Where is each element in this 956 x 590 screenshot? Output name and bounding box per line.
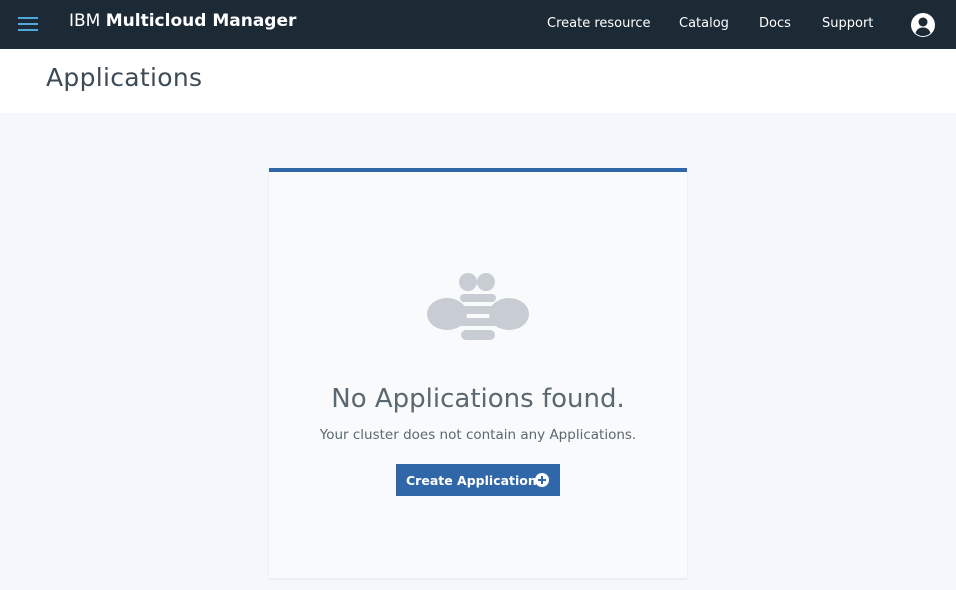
empty-state-description: Your cluster does not contain any Applic… [319,427,637,443]
bee-icon [427,273,529,340]
page-title: Applications [46,63,203,92]
brand-name: Multicloud Manager [105,11,297,31]
top-navigation-bar: IBM Multicloud Manager Create resource C… [0,0,956,49]
nav-catalog[interactable]: Catalog [679,16,729,31]
empty-state-title: No Applications found. [331,384,625,414]
nav-create-resource[interactable]: Create resource [547,16,651,31]
nav-support[interactable]: Support [822,16,873,31]
empty-state-card: No Applications found. Your cluster does… [269,168,687,578]
create-application-label: Create Application [406,472,537,488]
create-application-button[interactable]: Create Application [396,464,560,496]
nav-docs[interactable]: Docs [759,16,791,31]
add-circle-icon [535,473,549,487]
hamburger-menu-icon[interactable] [16,14,40,34]
brand-logo[interactable]: IBM Multicloud Manager [69,11,296,31]
user-avatar-icon[interactable] [910,12,936,38]
page-header: Applications [0,49,956,113]
brand-prefix: IBM [69,11,101,31]
